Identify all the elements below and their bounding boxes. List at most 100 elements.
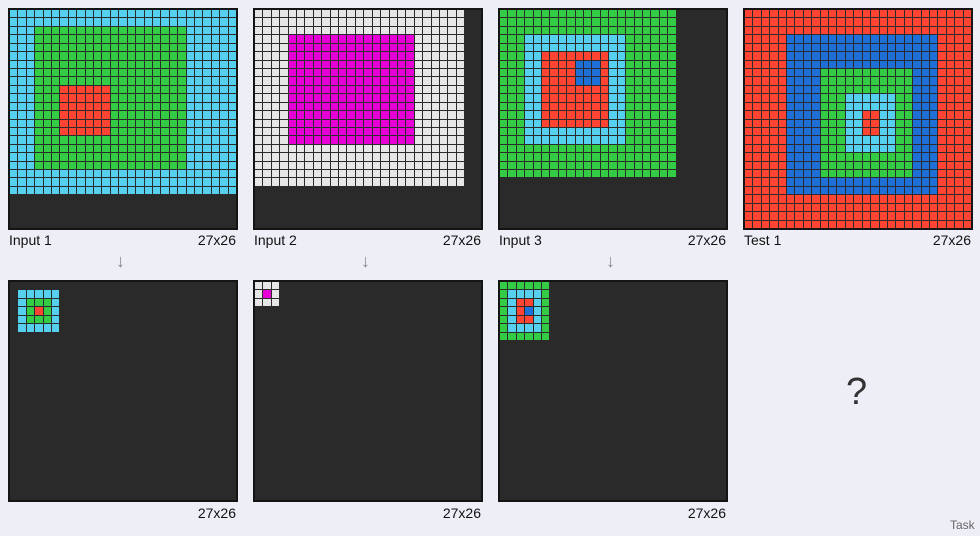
grid-cell (693, 433, 701, 442)
grid-cell (77, 450, 85, 458)
grid-cell (297, 77, 305, 85)
grid-cell (668, 349, 676, 357)
grid-cell (770, 220, 778, 228)
grid-cell (533, 374, 542, 383)
grid-cell (178, 220, 186, 228)
grid-cell (203, 366, 211, 374)
grid-cell (220, 127, 228, 136)
grid-cell (186, 43, 194, 52)
grid-cell (575, 111, 584, 119)
grid-cell (339, 119, 347, 127)
grid-cell (829, 195, 837, 203)
grid-cell (194, 26, 203, 35)
grid-cell (500, 43, 508, 52)
grid-cell (787, 60, 795, 68)
grid-cell (43, 52, 52, 60)
grid-cell (169, 399, 178, 408)
grid-cell (584, 178, 592, 186)
grid-cell (567, 458, 575, 467)
grid-cell (820, 119, 829, 127)
grid-cell (263, 458, 271, 467)
grid-cell (516, 425, 525, 433)
grid-cell (676, 425, 684, 433)
grid-cell (127, 282, 136, 290)
grid-cell (406, 43, 414, 52)
grid-cell (288, 85, 297, 94)
grid-cell (406, 102, 414, 111)
grid-cell (516, 399, 525, 408)
grid-cell (456, 186, 465, 195)
grid-cell (280, 315, 288, 324)
grid-cell (854, 102, 862, 111)
grid-cell (770, 136, 778, 144)
grid-cell (456, 484, 465, 492)
grid-cell (94, 408, 102, 416)
grid-cell (330, 35, 339, 43)
grid-cell (642, 77, 651, 85)
grid-cell (710, 298, 718, 307)
grid-cell (929, 52, 938, 60)
grid-cell (313, 366, 322, 374)
grid-cell (887, 195, 896, 203)
grid-cell (178, 324, 186, 332)
grid-cell (263, 94, 271, 102)
grid-cell (745, 220, 753, 228)
grid-cell (364, 111, 372, 119)
grid-cell (127, 349, 136, 357)
grid-cell (820, 85, 829, 94)
grid-cell (718, 307, 726, 315)
grid-cell (701, 433, 710, 442)
grid-cell (144, 186, 152, 195)
grid-cell (634, 349, 642, 357)
grid-cell (228, 425, 236, 433)
grid-cell (701, 161, 710, 170)
grid-cell (10, 43, 18, 52)
grid-cell (567, 212, 575, 220)
grid-cell (659, 220, 668, 228)
grid-cell (68, 324, 77, 332)
grid-cell (263, 170, 271, 178)
grid-cell (228, 340, 236, 349)
grid-cell (85, 467, 94, 475)
grid-cell (397, 357, 406, 366)
grid-cell (85, 178, 94, 186)
grid-cell (575, 195, 584, 203)
grid-cell (297, 383, 305, 391)
grid-cell (102, 144, 110, 153)
grid-cell (701, 366, 710, 374)
grid-cell (718, 450, 726, 458)
grid-cell (263, 136, 271, 144)
grid-cell (651, 475, 659, 484)
grid-cell (144, 383, 152, 391)
grid-cell (525, 458, 533, 467)
grid-cell (423, 383, 431, 391)
grid-cell (68, 102, 77, 111)
grid-cell (684, 144, 693, 153)
grid-cell (508, 170, 516, 178)
grid-cell (280, 484, 288, 492)
grid-cell (60, 195, 68, 203)
grid-cell (178, 102, 186, 111)
grid-cell (465, 186, 473, 195)
grid-cell (211, 144, 220, 153)
grid-cell (211, 475, 220, 484)
grid-cell (634, 170, 642, 178)
grid-cell (127, 374, 136, 383)
grid-cell (347, 357, 355, 366)
grid-cell (389, 170, 397, 178)
grid-cell (10, 366, 18, 374)
grid-cell (389, 102, 397, 111)
grid-cell (381, 144, 389, 153)
grid-cell (161, 43, 169, 52)
grid-cell (26, 290, 35, 298)
grid-cell (745, 10, 753, 18)
grid-cell (862, 161, 871, 170)
grid-cell (355, 340, 364, 349)
grid-cell (313, 467, 322, 475)
grid-cell (178, 467, 186, 475)
grid-cell (355, 220, 364, 228)
grid-cell (525, 383, 533, 391)
grid-cell (52, 170, 60, 178)
grid-cell (829, 220, 837, 228)
grid-cell (194, 442, 203, 450)
